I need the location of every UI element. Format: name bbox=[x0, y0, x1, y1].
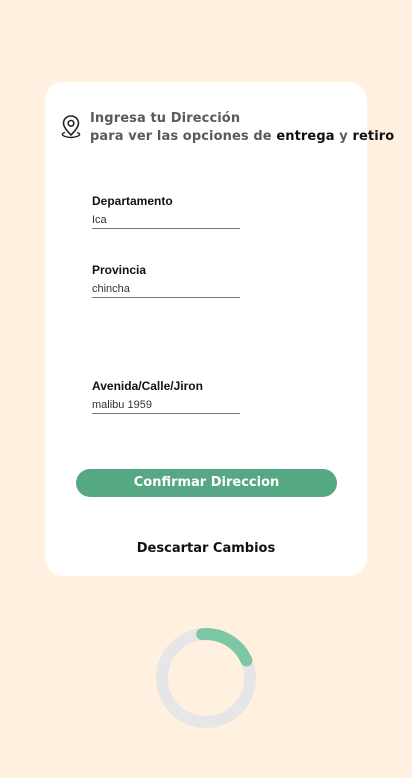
address-card: Ingresa tu Dirección para ver las opcion… bbox=[45, 82, 394, 576]
loading-spinner bbox=[156, 628, 256, 728]
provincia-input[interactable] bbox=[92, 282, 240, 298]
departamento-field: Departamento bbox=[92, 193, 242, 229]
departamento-label: Departamento bbox=[92, 194, 173, 208]
map-pin-icon bbox=[61, 115, 81, 139]
header-subtitle: para ver las opciones de entrega y retir… bbox=[90, 128, 394, 146]
direccion-label: Avenida/Calle/Jiron bbox=[92, 379, 203, 393]
provincia-field: Provincia bbox=[92, 262, 242, 298]
direccion-input[interactable] bbox=[92, 398, 240, 414]
confirm-address-button[interactable]: Confirmar Direccion bbox=[76, 469, 337, 497]
spinner-arc bbox=[196, 628, 253, 667]
header-text: Ingresa tu Dirección para ver las opcion… bbox=[90, 110, 394, 146]
header-delivery-word: entrega bbox=[276, 129, 335, 144]
departamento-input[interactable] bbox=[92, 213, 240, 229]
provincia-label: Provincia bbox=[92, 263, 147, 277]
discard-changes-button[interactable]: Descartar Cambios bbox=[45, 541, 367, 556]
header-subtitle-prefix: para ver las opciones de bbox=[90, 129, 277, 144]
direccion-field: Avenida/Calle/Jiron bbox=[92, 378, 242, 414]
header-pickup-word: retiro bbox=[352, 129, 395, 144]
header-subtitle-connector: y bbox=[334, 129, 353, 144]
header-title: Ingresa tu Dirección bbox=[90, 111, 241, 126]
